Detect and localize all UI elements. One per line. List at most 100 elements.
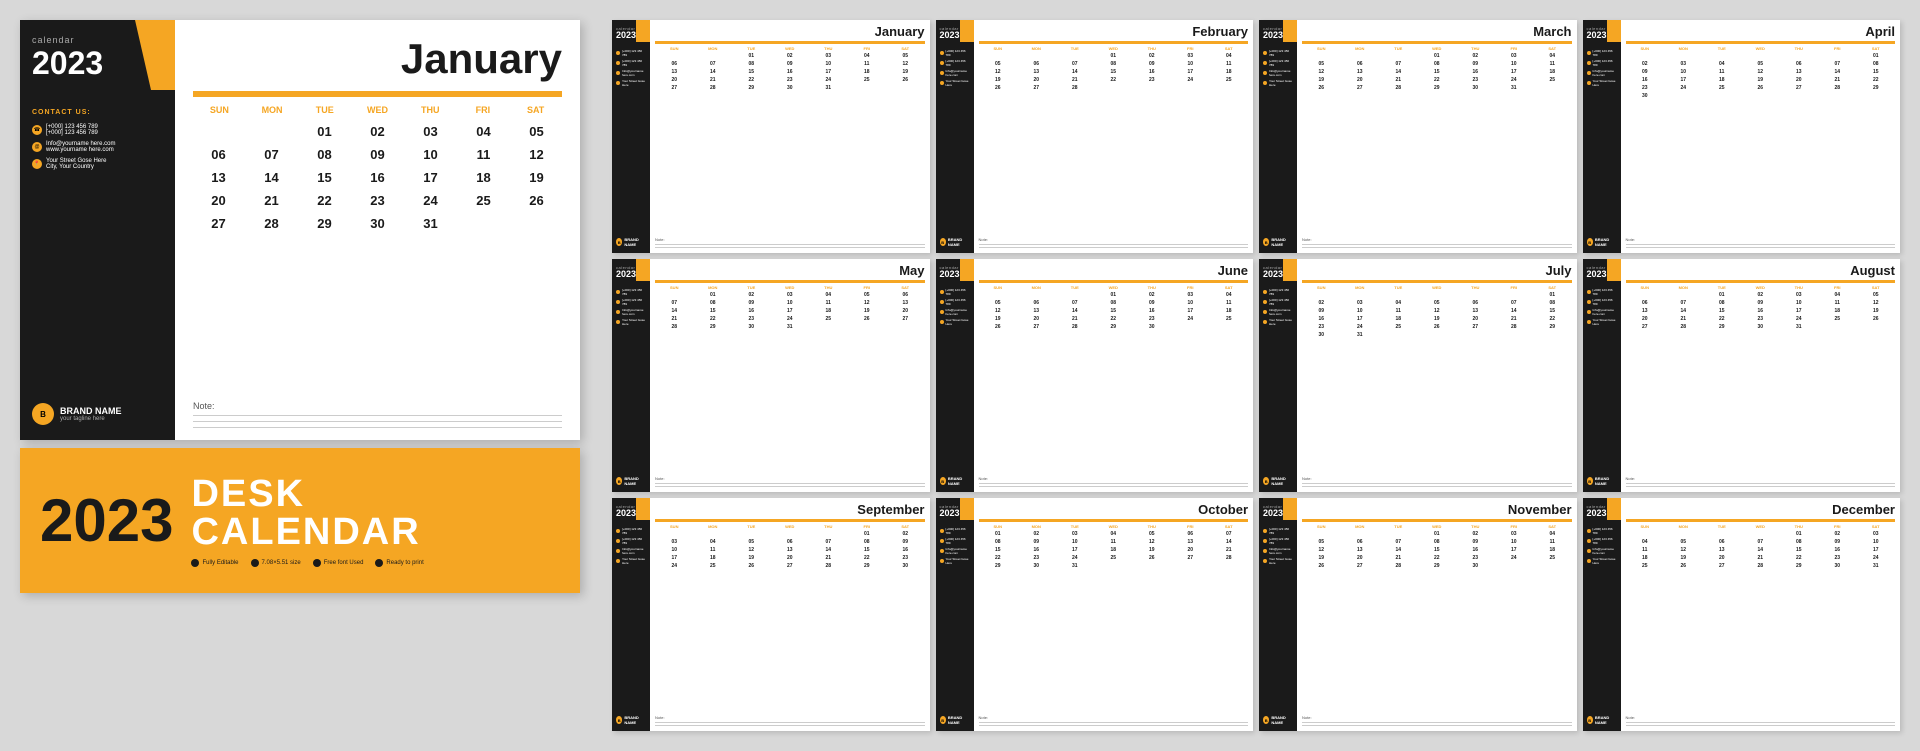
mini-day: 21 (1741, 554, 1780, 562)
mini-phone2: [+000] 123 456 789 (1263, 59, 1293, 67)
mini-phone: [+000] 123 456 789 (616, 49, 646, 57)
mini-day: 26 (732, 562, 771, 570)
mini-day: 14 (1056, 68, 1095, 76)
mini-day: 24 (655, 562, 694, 570)
mini-yellow-bar (979, 41, 1249, 44)
mini-day: 23 (732, 315, 771, 323)
mini-day: 25 (1533, 554, 1572, 562)
mini-day: 06 (655, 60, 694, 68)
mini-location-icon (940, 320, 944, 324)
mini-day-hdr: SUN (1626, 285, 1665, 290)
mini-day: 24 (809, 76, 848, 84)
mini-day: . (1017, 52, 1056, 60)
mini-month-name: November (1508, 502, 1572, 517)
mini-month-name: August (1850, 263, 1895, 278)
mini-day: . (655, 291, 694, 299)
mini-day: 29 (1780, 562, 1819, 570)
mini-brand-name: BRAND NAME (1595, 476, 1617, 486)
mini-phone2: [+000] 123 456 789 (1587, 59, 1617, 67)
mini-day-hdr: FRI (1495, 46, 1534, 51)
mini-day: 13 (1017, 307, 1056, 315)
mini-day: 17 (655, 554, 694, 562)
brand-tagline: your tagline here (60, 416, 122, 422)
mini-day: 06 (1341, 538, 1380, 546)
mini-left-panel: calendar 2023 [+000] 123 456 789 [+000] … (1259, 498, 1297, 731)
mini-day: 11 (1626, 546, 1665, 554)
mini-brand: B BRAND NAME (1587, 476, 1617, 486)
mini-month-header: April (1626, 24, 1896, 39)
mini-day: 10 (1857, 538, 1896, 546)
mini-day: 30 (732, 323, 771, 331)
feature-1: Fully Editable (191, 559, 238, 567)
mini-phone-icon (616, 290, 620, 294)
mini-day: 27 (1171, 554, 1210, 562)
mini-cal-july: calendar 2023 [+000] 123 456 789 [+000] … (1259, 259, 1577, 492)
mini-day: 09 (1818, 538, 1857, 546)
mini-day: 18 (1818, 307, 1857, 315)
mini-contact: [+000] 123 456 789 [+000] 123 456 789 In… (940, 288, 970, 328)
mini-day: . (1818, 52, 1857, 60)
mini-day: 02 (1741, 291, 1780, 299)
mini-month-header: March (1302, 24, 1572, 39)
mini-location-icon (1263, 559, 1267, 563)
mini-day: 20 (886, 307, 925, 315)
mini-day: 12 (732, 546, 771, 554)
mini-phone2-icon (1263, 539, 1267, 543)
mini-address: Your Street Gose Here (1587, 79, 1617, 87)
mini-day: 23 (886, 554, 925, 562)
mini-day: 06 (1780, 60, 1819, 68)
mini-brand-icon: B (1587, 238, 1593, 246)
mini-note-line-2 (1626, 725, 1896, 726)
mini-yellow-accent (1607, 259, 1621, 281)
mini-phone2: [+000] 123 456 789 (940, 298, 970, 306)
mini-day: 05 (1664, 538, 1703, 546)
mini-day: 20 (1703, 554, 1742, 562)
mini-month-header: July (1302, 263, 1572, 278)
mini-yellow-accent (636, 259, 650, 281)
mini-day: 22 (1418, 76, 1457, 84)
mini-day: 09 (1133, 60, 1172, 68)
mini-day-hdr: SUN (979, 46, 1018, 51)
mini-day: 24 (1495, 76, 1534, 84)
mini-day-hdr: THU (809, 524, 848, 529)
mini-day: 15 (732, 68, 771, 76)
mini-email-icon (940, 71, 944, 75)
mini-day-hdr: SUN (655, 524, 694, 529)
mini-day: 19 (732, 554, 771, 562)
mini-phone: [+000] 123 456 789 (940, 49, 970, 57)
mini-month-header: February (979, 24, 1249, 39)
mini-day-hdr: WED (1418, 285, 1457, 290)
mini-left-panel: calendar 2023 [+000] 123 456 789 [+000] … (1259, 259, 1297, 492)
cal-day: 23 (352, 190, 403, 211)
mini-phone2-icon (1263, 300, 1267, 304)
cover-right: DESK CALENDAR Fully Editable 7.08×5.51 s… (191, 475, 423, 567)
mini-day-hdr: WED (771, 524, 810, 529)
mini-day: 13 (1017, 68, 1056, 76)
mini-day: 18 (1210, 68, 1249, 76)
cal-day: 16 (352, 167, 403, 188)
mini-day: 18 (809, 307, 848, 315)
cal-day: 18 (458, 167, 509, 188)
mini-day-hdr: SAT (1210, 46, 1249, 51)
mini-brand: B BRAND NAME (1263, 237, 1293, 247)
mini-day-hdr: SUN (655, 46, 694, 51)
mini-day-headers: SUNMONTUEWEDTHUFRISAT (1626, 285, 1896, 290)
mini-day-hdr: TUE (732, 285, 771, 290)
mini-day: 07 (1664, 299, 1703, 307)
mini-day-hdr: SUN (655, 285, 694, 290)
mini-day: 02 (886, 530, 925, 538)
feature-2: 7.08×5.51 size (251, 559, 301, 567)
mini-day: 30 (1626, 92, 1665, 100)
cal-day: 13 (193, 167, 244, 188)
mini-day-headers: SUNMONTUEWEDTHUFRISAT (1626, 46, 1896, 51)
mini-day: 16 (1818, 546, 1857, 554)
mini-day-hdr: WED (1741, 46, 1780, 51)
mini-day: 19 (1741, 76, 1780, 84)
mini-day: 23 (1133, 76, 1172, 84)
mini-day: 03 (1495, 52, 1534, 60)
mini-phone-icon (940, 290, 944, 294)
mini-day: 04 (1379, 299, 1418, 307)
contact-address-text: Your Street Gose Here City, Your Country (46, 158, 106, 170)
mini-day: 13 (1456, 307, 1495, 315)
mini-day: 24 (1056, 554, 1095, 562)
